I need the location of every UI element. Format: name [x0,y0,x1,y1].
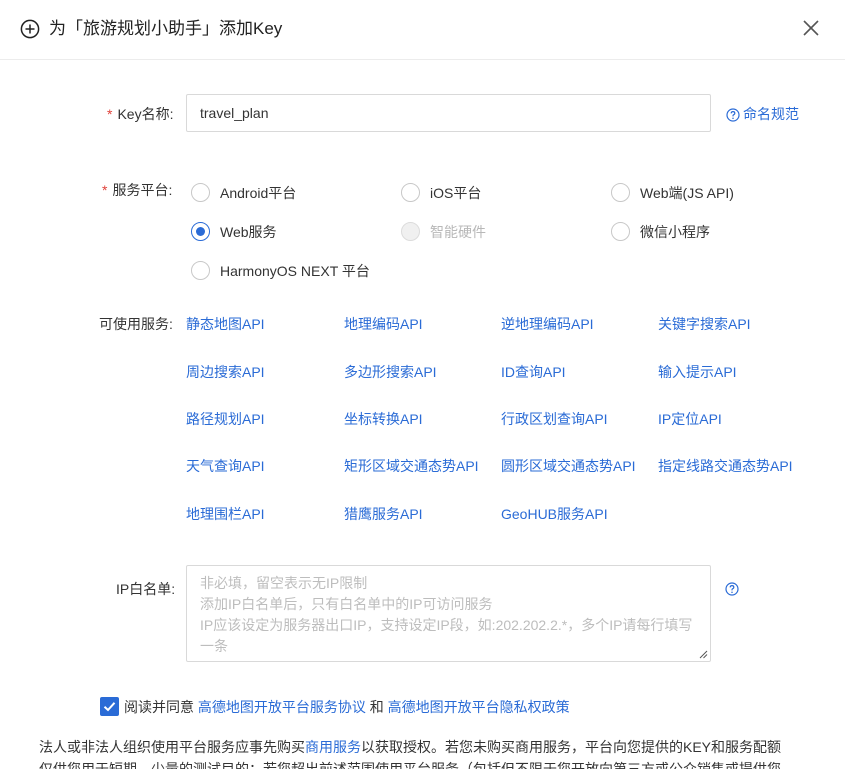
placeholder-line: IP应该设定为服务器出口IP，支持设定IP段，如:202.202.2.*，多个I… [200,617,693,633]
radio-circle[interactable] [401,183,420,202]
service-link[interactable]: 地理编码API [344,314,423,334]
legal-line-2: 仅供您用于短期、少量的测试目的；若您超出前述范围使用平台服务（包括但不限于您开放… [39,761,781,769]
service-link[interactable]: 行政区划查询API [501,409,608,429]
ip-whitelist-textarea[interactable]: 非必填，留空表示无IP限制 添加IP白名单后，只有白名单中的IP可访问服务 IP… [186,565,711,662]
service-link[interactable]: 坐标转换API [344,409,423,429]
services-label: 可使用服务: [99,316,173,332]
required-mark: * [102,182,108,198]
service-link[interactable]: 关键字搜索API [658,314,751,334]
ip-whitelist-label: IP白名单: [116,581,176,597]
agreement-text: 阅读并同意 高德地图开放平台服务协议 和 高德地图开放平台隐私权政策 [124,699,570,715]
radio-label: Web服务 [220,224,277,240]
service-link[interactable]: GeoHUB服务API [501,504,608,524]
privacy-policy-link[interactable]: 高德地图开放平台隐私权政策 [388,699,570,715]
service-link[interactable]: 地理围栏API [186,504,265,524]
radio-circle[interactable] [611,222,630,241]
service-link[interactable]: 多边形搜索API [344,362,437,382]
resize-handle-icon[interactable] [699,650,708,659]
key-name-input[interactable] [186,94,711,132]
add-circle-icon [20,19,40,39]
radio-circle[interactable] [191,183,210,202]
help-icon [726,108,740,122]
required-mark: * [107,106,113,122]
service-link[interactable]: 圆形区域交通态势API [501,456,636,476]
legal-notice: 法人或非法人组织使用平台服务应事先购买商用服务以获取授权。若您未购买商用服务，平… [39,736,799,769]
placeholder-line: 一条 [200,638,228,654]
service-link[interactable]: IP定位API [658,409,722,429]
service-link[interactable]: 输入提示API [658,362,737,382]
radio-label: Android平台 [220,185,297,201]
dialog-title: 为「旅游规划小助手」添加Key [49,19,283,38]
service-link[interactable]: 路径规划API [186,409,265,429]
radio-label: 智能硬件 [430,224,486,240]
radio-label: Web端(JS API) [640,185,734,201]
service-agreement-link[interactable]: 高德地图开放平台服务协议 [198,699,366,715]
radio-label: 微信小程序 [640,224,710,240]
ip-help-icon[interactable] [725,582,739,596]
service-link[interactable]: 逆地理编码API [501,314,594,334]
service-link[interactable]: 静态地图API [186,314,265,334]
radio-label: HarmonyOS NEXT 平台 [220,263,370,279]
checkmark-icon [103,702,116,712]
service-link[interactable]: 天气查询API [186,456,265,476]
service-link[interactable]: 猎鹰服务API [344,504,423,524]
service-link[interactable]: 周边搜索API [186,362,265,382]
key-name-label: * Key名称: [107,106,174,122]
commercial-service-link[interactable]: 商用服务 [305,739,361,755]
radio-circle-selected[interactable] [191,222,210,241]
close-icon[interactable] [802,19,820,37]
radio-circle[interactable] [191,261,210,280]
legal-line-1: 法人或非法人组织使用平台服务应事先购买商用服务以获取授权。若您未购买商用服务，平… [39,739,782,755]
agreement-checkbox[interactable] [100,697,119,716]
dialog-header: 为「旅游规划小助手」添加Key [0,0,845,60]
radio-label: iOS平台 [430,185,482,201]
service-link[interactable]: 指定线路交通态势API [658,456,793,476]
placeholder-line: 非必填，留空表示无IP限制 [200,575,368,591]
radio-circle[interactable] [611,183,630,202]
naming-rules-link[interactable]: 命名规范 [726,104,799,124]
platform-label: * 服务平台: [102,182,173,198]
service-link[interactable]: ID查询API [501,362,566,382]
radio-circle-disabled [401,222,420,241]
service-link[interactable]: 矩形区域交通态势API [344,456,479,476]
placeholder-line: 添加IP白名单后，只有白名单中的IP可访问服务 [200,596,493,612]
